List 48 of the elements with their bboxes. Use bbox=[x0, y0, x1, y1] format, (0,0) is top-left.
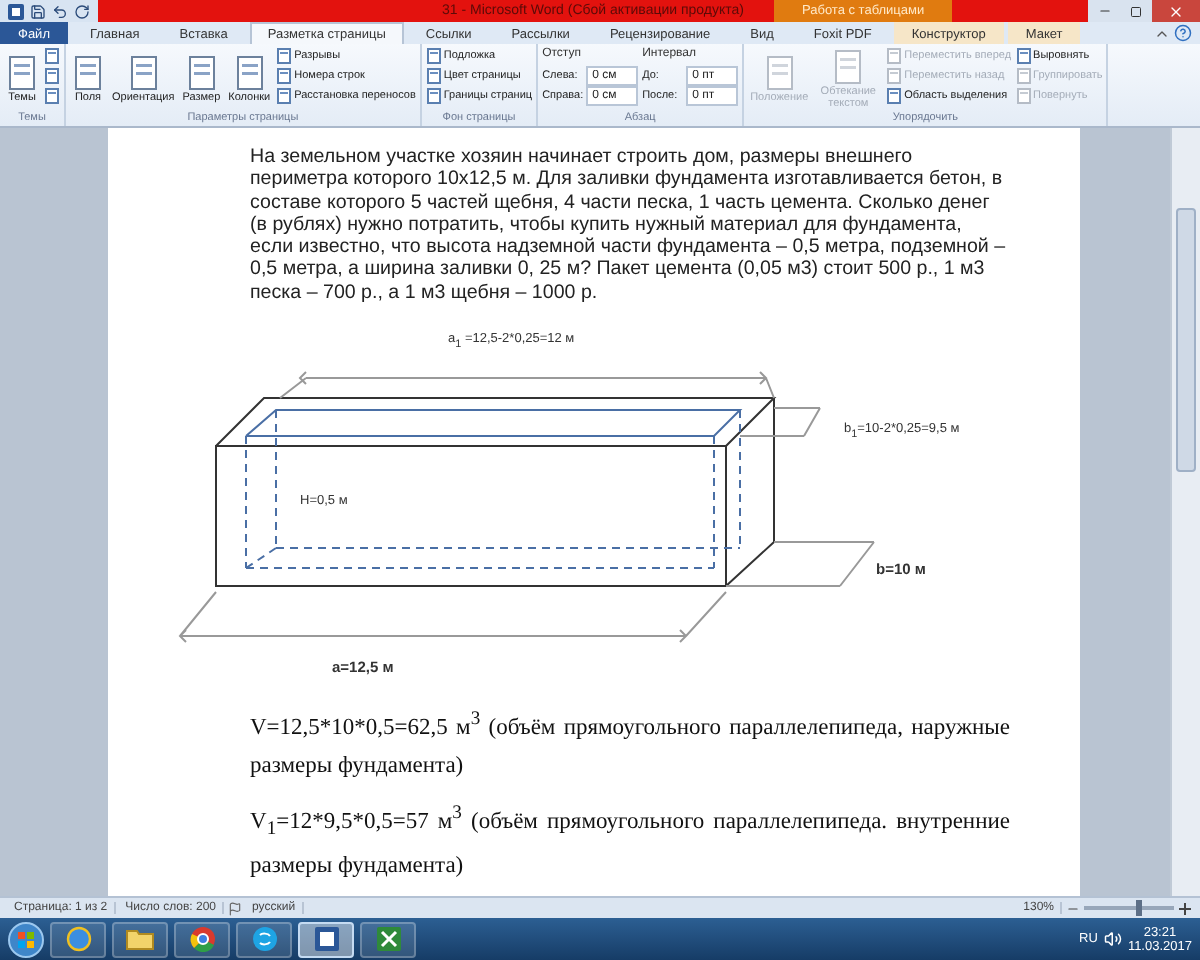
start-button[interactable] bbox=[8, 921, 44, 957]
zoom-in-icon[interactable] bbox=[1178, 901, 1192, 915]
page-icon bbox=[425, 47, 442, 63]
page-icon bbox=[886, 87, 903, 103]
page-icon bbox=[1015, 67, 1032, 83]
page-icon bbox=[1015, 47, 1032, 63]
repeat-icon[interactable] bbox=[74, 3, 90, 19]
page-icon bbox=[276, 67, 293, 83]
help-icon[interactable] bbox=[1174, 24, 1192, 42]
spreadsheet-icon bbox=[375, 926, 401, 952]
formula-text: V$_{1}$=12*9,5*0,5=57 м$^{3}$ (объём прямоугольного параллелепипеда. внутренние размеры фундамента) bbox=[250, 799, 1010, 883]
volume-icon[interactable] bbox=[1103, 930, 1122, 948]
page-icon bbox=[425, 87, 442, 103]
page-icon bbox=[44, 67, 60, 83]
page-icon bbox=[832, 49, 865, 83]
page-icon bbox=[72, 55, 104, 89]
minimize-icon bbox=[1097, 4, 1111, 18]
undo-icon[interactable] bbox=[52, 3, 68, 19]
save-icon[interactable] bbox=[30, 3, 46, 19]
globe-icon bbox=[65, 926, 91, 952]
maximize-icon bbox=[1130, 5, 1142, 17]
page-icon bbox=[185, 55, 218, 89]
ribbon-icon-button[interactable] bbox=[44, 66, 60, 84]
folder-icon bbox=[126, 928, 154, 950]
round-logo-icon bbox=[189, 926, 215, 952]
app-icon[interactable] bbox=[8, 3, 24, 19]
page-icon bbox=[276, 87, 293, 103]
chat-icon bbox=[251, 926, 277, 952]
scrollbar[interactable] bbox=[1170, 128, 1200, 896]
formula-text: V=12,5*10*0,5=62,5 м$^{3}$ (объём прямоугольного параллелепипеда, наружные размеры фундамента) bbox=[250, 706, 1010, 782]
page-icon bbox=[276, 47, 293, 63]
page-icon bbox=[1015, 87, 1032, 103]
page-icon bbox=[886, 67, 903, 83]
page-icon bbox=[127, 55, 160, 89]
document-icon bbox=[313, 926, 339, 952]
page-icon bbox=[763, 55, 796, 89]
proofing-icon[interactable] bbox=[228, 901, 243, 915]
problem-text: На земельном участке хозяин начинает строить дом, размеры внешнего периметра которого 10х12,5 м. Для заливки фундамента изготавливается бетон, в составе которого 5 частей щебня, 4 части песка, 1 часть цемента. Сколько денег (в рублях) нужно потратить, чтобы купить нужный материал для фундамента, если известно, что высота надземной части фундамента – 0,5 метра, подземной – 0,5 метра, а ширина заливки 0, 25 м? Пакет цемента (0,05 м3) стоит 500 р., 1 м3 песка – 700 р., а 1 м3 щебня – 1000 р. bbox=[250, 146, 1008, 305]
page-icon bbox=[233, 55, 266, 89]
page-icon bbox=[44, 87, 60, 103]
ribbon-icon-button[interactable] bbox=[44, 46, 60, 64]
ribbon-icon-button[interactable] bbox=[44, 86, 60, 104]
page-icon bbox=[425, 67, 442, 83]
page-icon bbox=[44, 47, 60, 63]
taskbar-button[interactable] bbox=[298, 921, 354, 957]
close-icon bbox=[1168, 3, 1184, 19]
zoom-slider-thumb[interactable] bbox=[1135, 900, 1141, 916]
page-icon bbox=[6, 55, 38, 89]
